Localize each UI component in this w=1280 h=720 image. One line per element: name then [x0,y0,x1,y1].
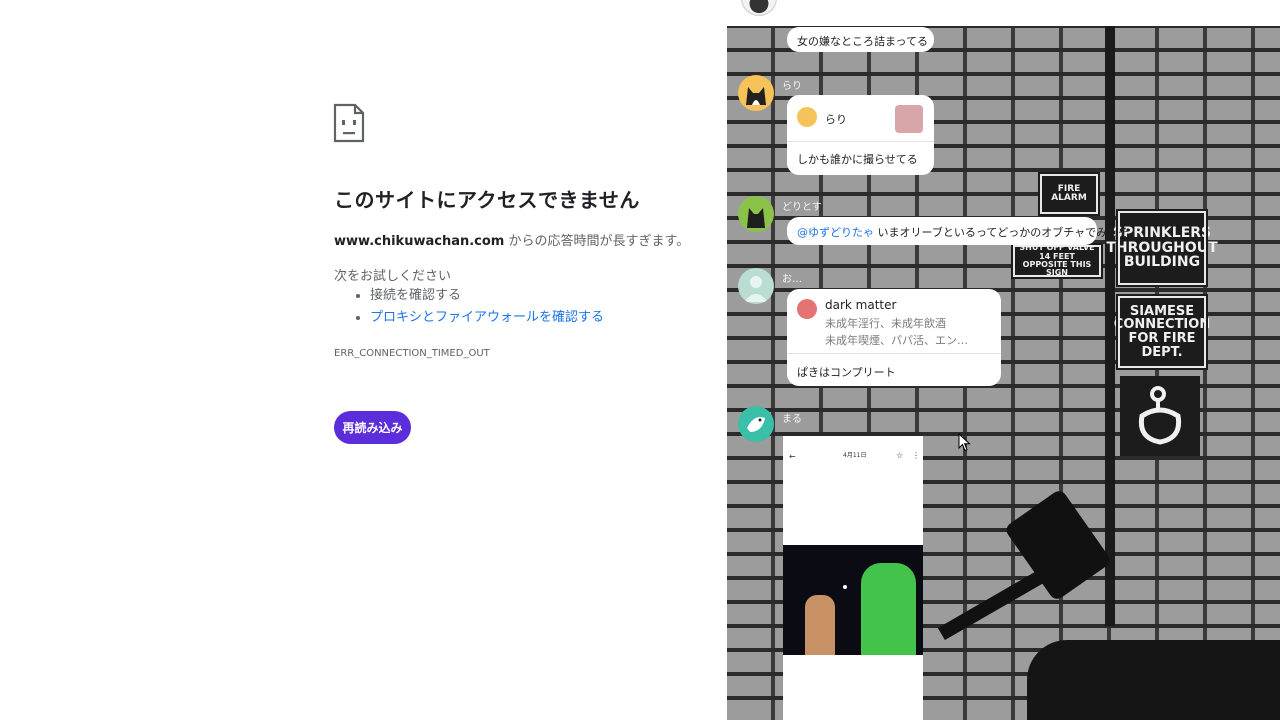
chat-message-text: ぱきはコンプリート [797,366,896,379]
siamese-line-3: FOR FIRE DEPT. [1128,331,1196,360]
siamese-line-2: CONNECTION [1113,317,1211,333]
star-icon: ☆ [896,451,904,460]
siamese-sign: SIAMESE CONNECTION FOR FIRE DEPT. [1114,294,1210,370]
screenshot-photo [783,545,923,655]
photo-person-left [805,595,835,655]
error-title: このサイトにアクセスできません [334,188,640,212]
chat-message-bubble: らり しかも誰かに撮らせてる [787,95,934,175]
sad-page-icon [333,103,365,143]
shutoff-line-3: OPPOSITE THIS SIGN [1022,260,1092,278]
back-arrow-icon: ← [789,452,796,461]
chat-message-text: いまオリーブといるってどっかのオブチャでみたぞ [874,226,1130,239]
mention-link[interactable]: @ゆずどりたゃ [797,226,874,239]
cat-avatar-icon [747,208,765,228]
screenshot-date: 4月11日 [843,452,867,459]
fire-alarm-text: FIRE ALARM [1051,183,1087,203]
chat-top-strip [727,0,1280,26]
error-host: www.chikuwachan.com [334,234,505,249]
hydrant-sign-icon [1120,376,1200,456]
chat-username: どりとす [782,202,822,213]
user-avatar-dorito[interactable] [738,196,774,232]
bird-avatar-icon [747,417,765,432]
person-avatar-icon [744,276,768,302]
more-icon: ⋮ [912,451,920,460]
chat-username: お… [782,274,802,285]
chat-message-text: しかも誰かに撮らせてる [797,153,918,166]
hydrant-symbol-icon [1138,386,1182,445]
user-avatar-rari[interactable] [738,75,774,111]
fire-alarm-sign: FIRE ALARM [1038,172,1100,216]
error-page: このサイトにアクセスできません www.chikuwachan.com からの応… [0,0,727,720]
photo-light [843,585,847,589]
chat-message-bubble: 女の嫌なところ詰まってる [787,27,934,52]
chat-message-bubble: @ゆずどりたゃ いまオリーブといるってどっかのオブチャでみたぞ [787,217,1129,245]
suggestion-check-connection: 接続を確認する [356,287,604,309]
chat-video-panel: FIRE ALARM SHUT OFF VALVE 14 FEET OPPOSI… [727,0,1280,720]
sprinklers-line-2: THROUGHOUT [1106,239,1218,256]
error-description: www.chikuwachan.com からの応答時間が長すぎます。 [334,230,689,249]
quoted-message[interactable]: らり [797,105,923,135]
chat-username: まる [782,414,802,425]
suggestion-list: 接続を確認する プロキシとファイアウォールを確認する [356,287,604,331]
quoted-avatar [797,299,817,319]
quoted-avatar [797,107,817,127]
reload-button[interactable]: 再読み込み [334,411,411,444]
quoted-text-line-2: 未成年喫煙、パパ活、エン… [825,334,968,347]
siamese-line-1: SIAMESE [1129,303,1195,319]
chat-message-bubble: dark matter 未成年淫行、未成年飲酒 未成年喫煙、パパ活、エン… ぱき… [787,289,1001,386]
quoted-username: らり [825,113,847,126]
photo-person-right [861,563,916,655]
divider [787,353,1001,354]
sprinklers-sign: SPRINKLERS THROUGHOUT BUILDING [1106,209,1218,287]
sprinklers-line-3: BUILDING [1123,254,1201,271]
quoted-text-line-1: 未成年淫行、未成年飲酒 [825,317,946,330]
user-avatar[interactable] [738,268,774,304]
quoted-thumbnail [895,105,923,133]
shared-screenshot[interactable]: ← 4月11日 ☆ ⋮ [783,436,923,720]
mouse-cursor-icon [958,433,971,452]
user-avatar-maru[interactable] [738,406,774,442]
quoted-username[interactable]: dark matter [825,298,896,312]
suggestion-check-proxy-link[interactable]: プロキシとファイアウォールを確認する [356,309,604,331]
chat-username: らり [782,81,802,92]
divider [787,141,934,142]
error-code: ERR_CONNECTION_TIMED_OUT [334,348,490,359]
try-label: 次をお試しください [334,269,452,284]
shadow-bottom [1027,640,1280,720]
error-description-suffix: からの応答時間が長すぎます。 [504,234,690,249]
shutoff-valve-sign: SHUT OFF VALVE 14 FEET OPPOSITE THIS SIG… [1011,243,1103,279]
cat-avatar-icon [746,87,766,105]
